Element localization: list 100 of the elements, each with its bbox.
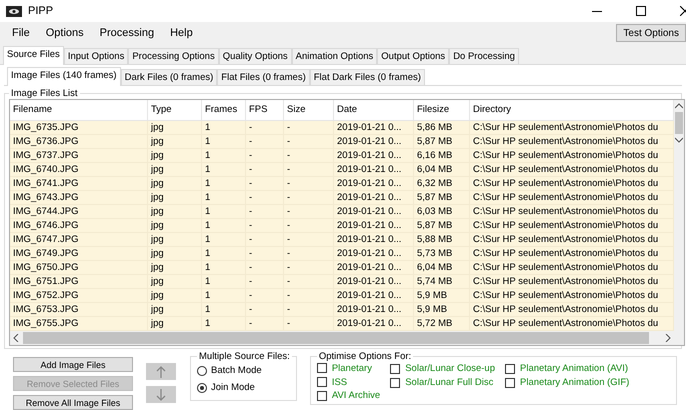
tab[interactable]: Source Files — [3, 46, 64, 65]
tab[interactable]: Flat Files (0 frames) — [217, 69, 310, 85]
table-cell: - — [284, 163, 334, 176]
horizontal-scrollbar[interactable] — [10, 331, 674, 345]
table-cell: jpg — [148, 219, 202, 232]
file-button[interactable]: Remove All Image Files — [13, 395, 133, 410]
table-cell: 2019-01-21 0... — [334, 289, 414, 302]
table-cell: - — [284, 303, 334, 316]
table-cell: - — [246, 247, 284, 260]
group-title: Image Files List — [10, 88, 79, 99]
table-cell: 5,87 MB — [414, 219, 470, 232]
scroll-left-icon[interactable] — [13, 334, 19, 342]
app-logo-icon — [6, 6, 22, 16]
table-cell: IMG_6746.JPG — [10, 219, 148, 232]
column-header[interactable]: Size — [284, 100, 334, 120]
tab[interactable]: Input Options — [64, 48, 128, 64]
menu-item[interactable]: Help — [162, 27, 201, 39]
table-cell: 5,74 MB — [414, 275, 470, 288]
table-cell: 5,86 MB — [414, 121, 470, 134]
table-cell: - — [284, 247, 334, 260]
tab[interactable]: Dark Files (0 frames) — [120, 69, 218, 85]
vertical-scrollbar[interactable] — [674, 100, 684, 345]
checkbox-option[interactable]: Solar/Lunar Close-up — [390, 362, 495, 375]
test-options-button[interactable]: Test Options — [616, 24, 686, 42]
tab[interactable]: Output Options — [377, 48, 450, 64]
scroll-thumb[interactable] — [23, 332, 649, 344]
table-cell: 2019-01-21 0... — [334, 317, 414, 330]
table-cell: - — [284, 317, 334, 330]
scroll-up-icon[interactable] — [675, 103, 683, 109]
table-cell: 6,03 MB — [414, 205, 470, 218]
table-cell: IMG_6743.JPG — [10, 191, 148, 204]
table-cell: IMG_6749.JPG — [10, 247, 148, 260]
table-cell: 2019-01-21 0... — [334, 275, 414, 288]
column-header[interactable]: Frames — [202, 100, 246, 120]
table-cell: 1 — [202, 275, 246, 288]
table-cell: IMG_6753.JPG — [10, 303, 148, 316]
table-cell: - — [284, 233, 334, 246]
table-cell: jpg — [148, 289, 202, 302]
table-cell: - — [246, 177, 284, 190]
table-cell: 1 — [202, 317, 246, 330]
column-header[interactable]: Date — [334, 100, 414, 120]
tab[interactable]: Image Files (140 frames) — [7, 67, 121, 86]
table-cell: 1 — [202, 177, 246, 190]
table-cell: - — [246, 135, 284, 148]
table-cell: jpg — [148, 177, 202, 190]
window-title: PIPP — [28, 5, 54, 17]
tab[interactable]: Processing Options — [128, 48, 219, 64]
table-cell: 5,9 MB — [414, 289, 470, 302]
radio-option[interactable]: Join Mode — [197, 382, 292, 393]
table-cell: - — [246, 121, 284, 134]
table-cell: - — [246, 233, 284, 246]
down-arrow-icon — [156, 388, 166, 400]
table-cell: - — [284, 205, 334, 218]
table-cell: - — [246, 317, 284, 330]
menu-item[interactable]: Options — [38, 27, 92, 39]
checkbox-option[interactable]: AVI Archive — [316, 389, 380, 402]
table-cell: - — [284, 191, 334, 204]
radio-option[interactable]: Batch Mode — [197, 365, 292, 376]
table-cell: - — [246, 219, 284, 232]
tab[interactable]: Quality Options — [218, 48, 292, 64]
table-cell: 2019-01-21 0... — [334, 191, 414, 204]
table-cell: 1 — [202, 289, 246, 302]
table-cell: 1 — [202, 121, 246, 134]
table-cell: - — [246, 261, 284, 274]
table-cell: 1 — [202, 303, 246, 316]
checkbox-option[interactable]: Planetary — [316, 362, 380, 375]
menu-item[interactable]: File — [4, 27, 38, 39]
table-cell: 5,9 MB — [414, 303, 470, 316]
checkbox-option[interactable]: Planetary Animation (GIF) — [505, 376, 630, 389]
maximize-icon[interactable] — [636, 6, 646, 16]
table-cell: IMG_6752.JPG — [10, 289, 148, 302]
menu-item[interactable]: Processing — [92, 27, 162, 39]
tab[interactable]: Do Processing — [449, 48, 519, 64]
column-header[interactable]: Filename — [10, 100, 148, 120]
column-header[interactable]: FPS — [246, 100, 284, 120]
table-cell: 1 — [202, 205, 246, 218]
table-cell: IMG_6751.JPG — [10, 275, 148, 288]
tab[interactable]: Animation Options — [292, 48, 378, 64]
table-cell: - — [284, 219, 334, 232]
checkbox-option[interactable]: ISS — [316, 376, 380, 388]
table-cell: 2019-01-21 0... — [334, 261, 414, 274]
scroll-down-icon[interactable] — [675, 137, 683, 143]
table-cell: jpg — [148, 317, 202, 330]
table-cell: jpg — [148, 233, 202, 246]
checkbox-option[interactable]: Planetary Animation (AVI) — [505, 362, 630, 375]
table-cell: 1 — [202, 191, 246, 204]
table-cell: - — [246, 163, 284, 176]
column-header[interactable]: Type — [148, 100, 202, 120]
table-cell: jpg — [148, 275, 202, 288]
table-cell: 2019-01-21 0... — [334, 303, 414, 316]
file-button[interactable]: Add Image Files — [13, 357, 133, 372]
table-cell: 2019-01-21 0... — [334, 247, 414, 260]
checkbox-option[interactable]: Solar/Lunar Full Disc — [390, 376, 495, 389]
tab[interactable]: Flat Dark Files (0 frames) — [310, 69, 425, 85]
column-header[interactable]: Filesize — [414, 100, 470, 120]
table-cell: 2019-01-21 0... — [334, 205, 414, 218]
scroll-thumb[interactable] — [675, 112, 683, 134]
table-cell: - — [284, 121, 334, 134]
table-cell: - — [284, 177, 334, 190]
scroll-right-icon[interactable] — [665, 334, 671, 342]
